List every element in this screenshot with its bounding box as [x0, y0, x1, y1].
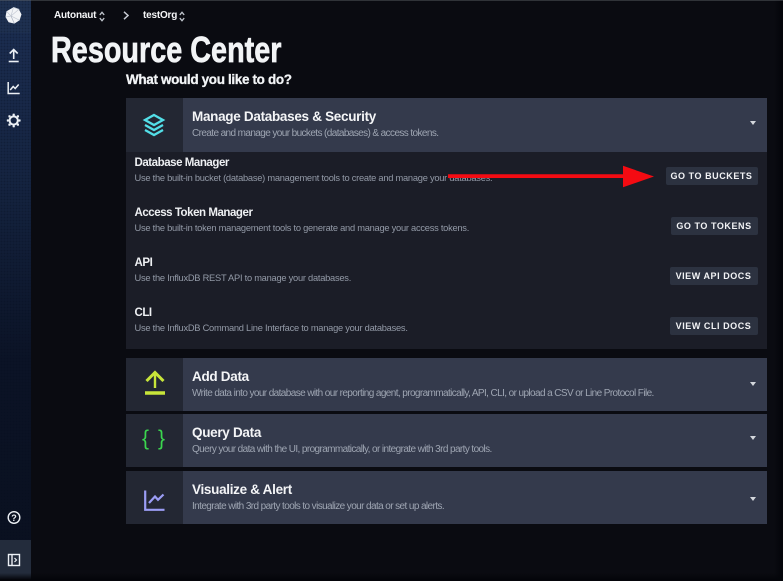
svg-text:?: ?	[11, 513, 17, 523]
